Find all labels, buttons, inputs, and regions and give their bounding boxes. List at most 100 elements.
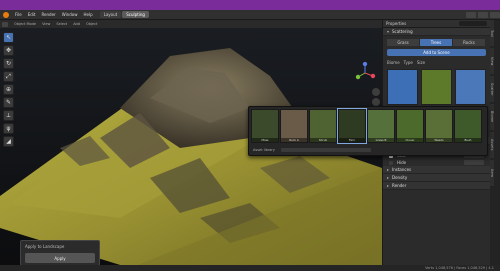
move-icon[interactable]: ✥ xyxy=(3,45,14,56)
paint-icon[interactable]: ◢ xyxy=(3,136,14,147)
scale-icon[interactable]: ⤢ xyxy=(3,71,14,82)
value-field[interactable] xyxy=(464,160,484,165)
mode-dropdown[interactable]: Object Mode xyxy=(14,22,36,26)
asset-thumbnail-label: Fern xyxy=(339,138,365,142)
instances-section-title: Instances xyxy=(392,167,412,172)
row-label: Hide xyxy=(397,160,407,165)
annotate-icon[interactable]: ✎ xyxy=(3,97,14,108)
properties-search-input[interactable] xyxy=(459,21,487,26)
asset-preview[interactable] xyxy=(387,69,418,105)
asset-thumbnail-label: Bush xyxy=(455,138,481,142)
popup-info-label: Asset library xyxy=(253,147,275,152)
operator-panel-title: Apply to Landscape xyxy=(25,244,65,249)
app-logo-icon[interactable] xyxy=(3,11,9,18)
properties-title: Properties xyxy=(386,21,407,26)
sidebar-tab-assets[interactable]: Assets xyxy=(490,132,494,158)
density-section-title: Density xyxy=(392,175,408,180)
seg-grass[interactable]: Grass xyxy=(387,39,420,46)
asset-thumbnail[interactable]: Fern xyxy=(337,108,367,144)
sidebar-tab-item[interactable]: Item xyxy=(490,160,494,186)
cursor-icon[interactable]: ↖ xyxy=(3,32,14,43)
asset-thumbnail-label: Grass B xyxy=(368,138,394,142)
asset-thumbnail[interactable]: Clover xyxy=(396,109,424,143)
status-bar: Verts 1,048,576 | Faces 1,046,529 | 4.1 xyxy=(0,265,500,271)
seg-rocks[interactable]: Rocks xyxy=(453,39,486,46)
asset-thumbnails: Moss Rock A Shrub Fern Grass B Clover Weeds Bus… xyxy=(249,107,487,145)
add-menu[interactable]: Add xyxy=(73,22,80,26)
window-controls xyxy=(464,11,500,18)
tab-layout[interactable]: Layout xyxy=(99,11,122,18)
asset-thumbnail[interactable]: Bush xyxy=(454,109,482,143)
operator-panel: Apply to Landscape Apply xyxy=(20,240,100,266)
sidebar-tabs: Tool View Scatter Biome Assets Item xyxy=(490,20,500,265)
scattering-section[interactable]: ▾ Scattering xyxy=(383,28,490,36)
chevron-right-icon: ▸ xyxy=(387,167,390,172)
asset-preview[interactable] xyxy=(421,69,452,105)
chevron-down-icon: ▾ xyxy=(387,29,390,34)
tool-shelf: ↖ ✥ ↻ ⤢ ⊕ ✎ ⟂ ψ ◢ xyxy=(3,32,15,147)
asset-thumbnail-label: Rock A xyxy=(281,138,307,142)
list-item: Hide xyxy=(383,159,490,166)
menu-file[interactable]: File xyxy=(12,12,25,17)
apply-button[interactable]: Apply xyxy=(25,253,95,263)
menu-window[interactable]: Window xyxy=(59,12,81,17)
asset-thumbnail[interactable]: Shrub xyxy=(309,109,337,143)
asset-filter-row: Biome Type Size xyxy=(383,58,490,67)
window-close-button[interactable] xyxy=(490,11,500,18)
instances-section[interactable]: ▸ Instances xyxy=(383,166,490,174)
asset-thumbnail-label: Weeds xyxy=(426,138,452,142)
rotate-icon[interactable]: ↻ xyxy=(3,58,14,69)
view-menu[interactable]: View xyxy=(42,22,50,26)
asset-thumbnail-label: Clover xyxy=(397,138,423,142)
grass-icon[interactable]: ψ xyxy=(3,123,14,134)
sidebar-tab-biome[interactable]: Biome xyxy=(490,104,494,130)
asset-thumbnail[interactable]: Rock A xyxy=(280,109,308,143)
window-titlebar xyxy=(0,0,500,10)
properties-header: Properties xyxy=(383,20,490,28)
render-section[interactable]: ▸ Render xyxy=(383,182,490,190)
filter-size[interactable]: Size xyxy=(417,60,425,65)
sidebar-tab-scatter[interactable]: Scatter xyxy=(490,76,494,102)
asset-thumbnail[interactable]: Grass B xyxy=(367,109,395,143)
transform-icon[interactable]: ⊕ xyxy=(3,84,14,95)
view-layer-selector[interactable] xyxy=(478,11,488,18)
measure-icon[interactable]: ⟂ xyxy=(3,110,14,121)
axis-gizmo-icon xyxy=(355,61,376,80)
zoom-icon[interactable] xyxy=(372,88,380,96)
workspace-tabs: Layout Sculpting xyxy=(99,11,150,18)
scattering-section-title: Scattering xyxy=(392,29,413,34)
editor-type-button[interactable] xyxy=(2,21,8,27)
select-menu[interactable]: Select xyxy=(56,22,67,26)
add-to-scene-button[interactable]: Add to Scene xyxy=(387,49,486,56)
asset-thumbnail[interactable]: Weeds xyxy=(425,109,453,143)
checkbox[interactable] xyxy=(389,160,393,165)
object-menu[interactable]: Object xyxy=(86,22,97,26)
popup-info-row: Asset library xyxy=(249,145,487,154)
asset-thumbnail[interactable]: Moss xyxy=(251,109,279,143)
viewport-header: Object Mode View Select Add Object xyxy=(0,20,382,28)
status-text: Verts 1,048,576 | Faces 1,046,529 | 4.1 xyxy=(425,266,494,270)
menu-render[interactable]: Render xyxy=(38,12,58,17)
menu-help[interactable]: Help xyxy=(80,12,95,17)
asset-thumbnail-label: Shrub xyxy=(310,138,336,142)
filter-biome[interactable]: Biome xyxy=(387,60,400,65)
sidebar-tab-view[interactable]: View xyxy=(490,48,494,74)
scatter-type-switch: Grass Trees Rocks xyxy=(387,39,486,46)
navigation-gizmo[interactable] xyxy=(354,61,376,84)
asset-browser-popup: Moss Rock A Shrub Fern Grass B Clover Weeds Bus… xyxy=(248,106,488,156)
asset-preview-row xyxy=(383,67,490,107)
tab-sculpting[interactable]: Sculpting xyxy=(122,11,149,18)
popup-scrollbar[interactable] xyxy=(280,147,371,152)
asset-thumbnail-label: Moss xyxy=(252,138,278,142)
pan-icon[interactable] xyxy=(372,98,380,106)
density-section[interactable]: ▸ Density xyxy=(383,174,490,182)
render-section-title: Render xyxy=(392,183,407,188)
menu-edit[interactable]: Edit xyxy=(25,12,39,17)
menubar: File Edit Render Window Help Layout Scul… xyxy=(0,10,500,20)
seg-trees[interactable]: Trees xyxy=(420,39,453,46)
chevron-right-icon: ▸ xyxy=(387,183,390,188)
sidebar-tab-tool[interactable]: Tool xyxy=(490,20,494,46)
scene-selector[interactable] xyxy=(466,11,476,18)
asset-preview[interactable] xyxy=(455,69,486,105)
filter-type[interactable]: Type xyxy=(404,60,413,65)
